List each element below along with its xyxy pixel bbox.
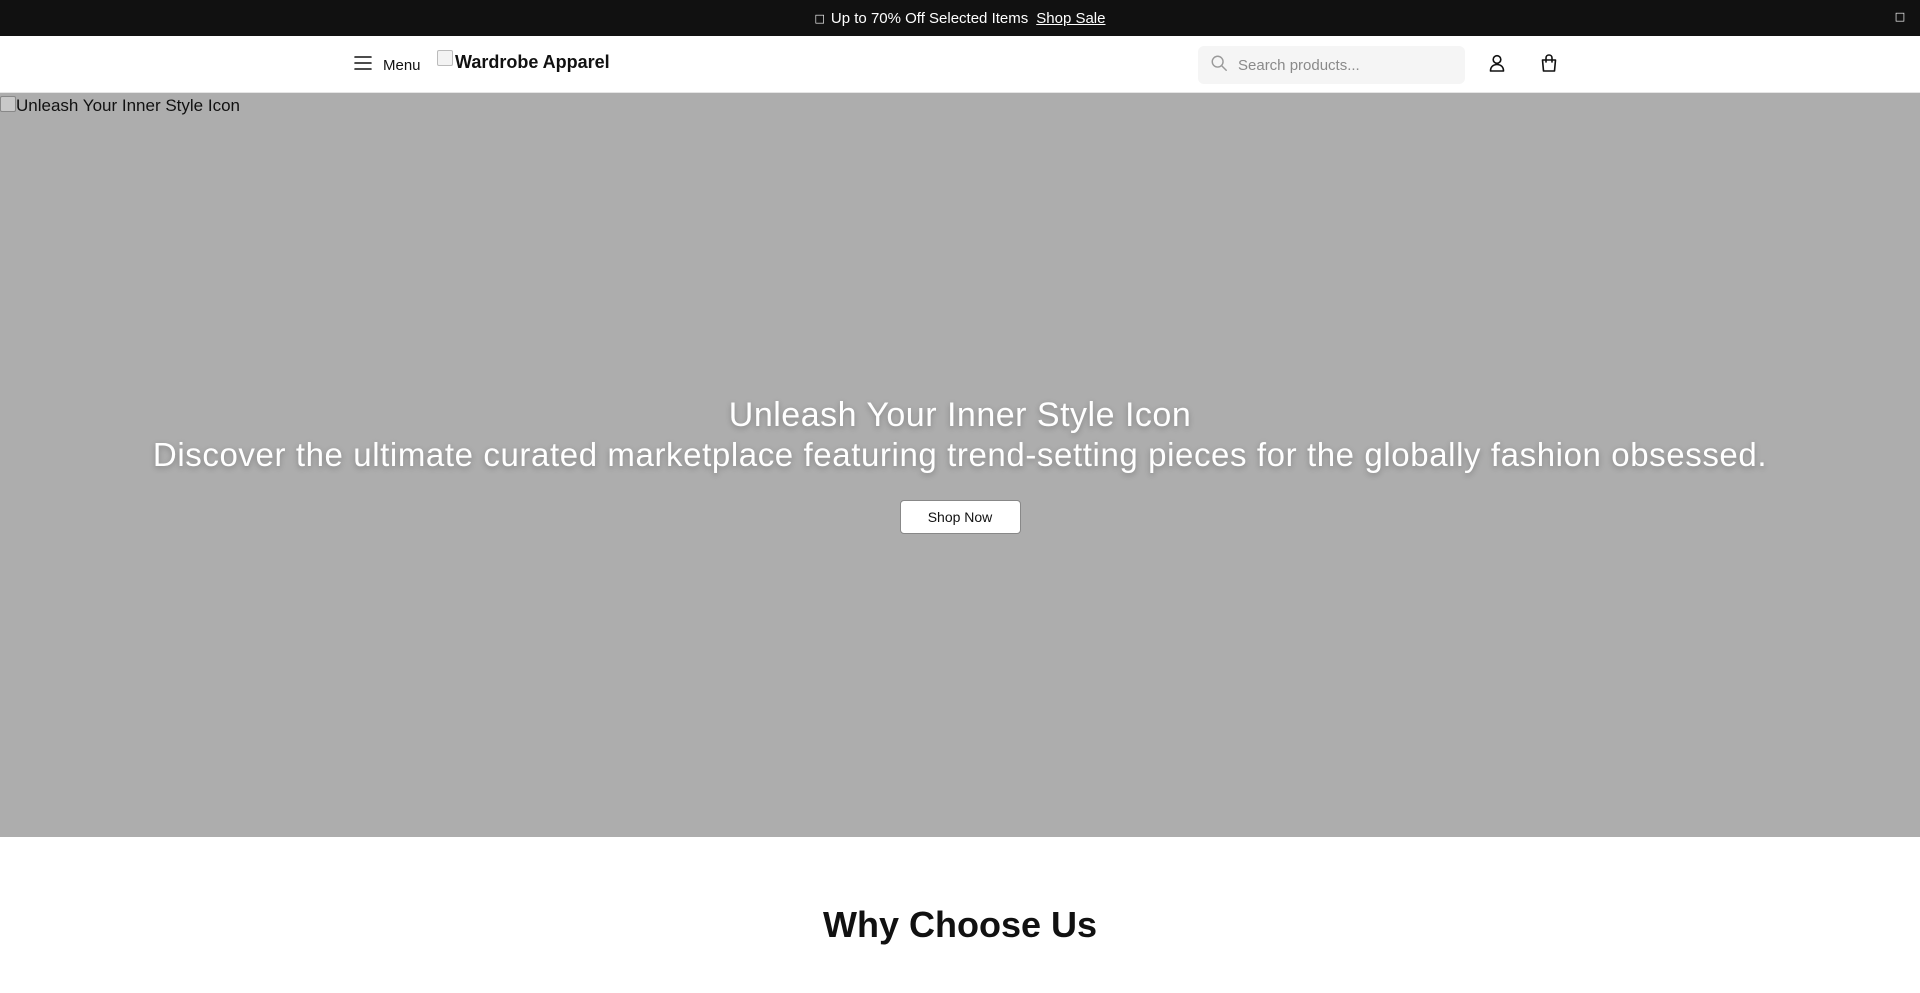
- search-icon: [1198, 54, 1228, 77]
- search-bar: [1198, 46, 1465, 84]
- hero-content: Unleash Your Inner Style Icon Discover t…: [0, 395, 1920, 534]
- hero-title: Unleash Your Inner Style Icon: [728, 396, 1192, 434]
- shopping-bag-icon: [1539, 53, 1559, 78]
- announcement-bar: □ Up to 70% Off Selected Items Shop Sale…: [0, 0, 1920, 36]
- account-button[interactable]: [1485, 53, 1509, 77]
- menu-label: Menu: [383, 56, 421, 74]
- hero-image-alt-text: Unleash Your Inner Style Icon: [16, 96, 240, 115]
- why-choose-us-heading: Why Choose Us: [822, 904, 1098, 945]
- search-input[interactable]: [1238, 56, 1448, 74]
- hero-image: Unleash Your Inner Style Icon: [0, 96, 240, 116]
- site-header: Menu Wardrobe Apparel: [0, 36, 1920, 93]
- announcement-icon: □: [814, 11, 825, 25]
- account-icon: [1487, 53, 1507, 78]
- broken-image-icon: [437, 50, 453, 66]
- menu-icon: [353, 53, 373, 78]
- broken-image-icon: [0, 96, 16, 112]
- hero-subtitle: Discover the ultimate curated marketplac…: [152, 436, 1768, 473]
- logo-text: Wardrobe Apparel: [455, 51, 610, 72]
- hero-banner: Unleash Your Inner Style Icon Unleash Yo…: [0, 93, 1920, 837]
- shop-now-button[interactable]: Shop Now: [899, 500, 1021, 534]
- cart-button[interactable]: [1537, 53, 1561, 77]
- shop-sale-link[interactable]: Shop Sale: [1036, 10, 1105, 27]
- announcement-text: Up to 70% Off Selected Items: [830, 9, 1029, 27]
- close-announcement-icon[interactable]: □: [1894, 10, 1906, 24]
- site-logo[interactable]: Wardrobe Apparel: [437, 50, 610, 74]
- menu-button[interactable]: Menu: [353, 53, 421, 77]
